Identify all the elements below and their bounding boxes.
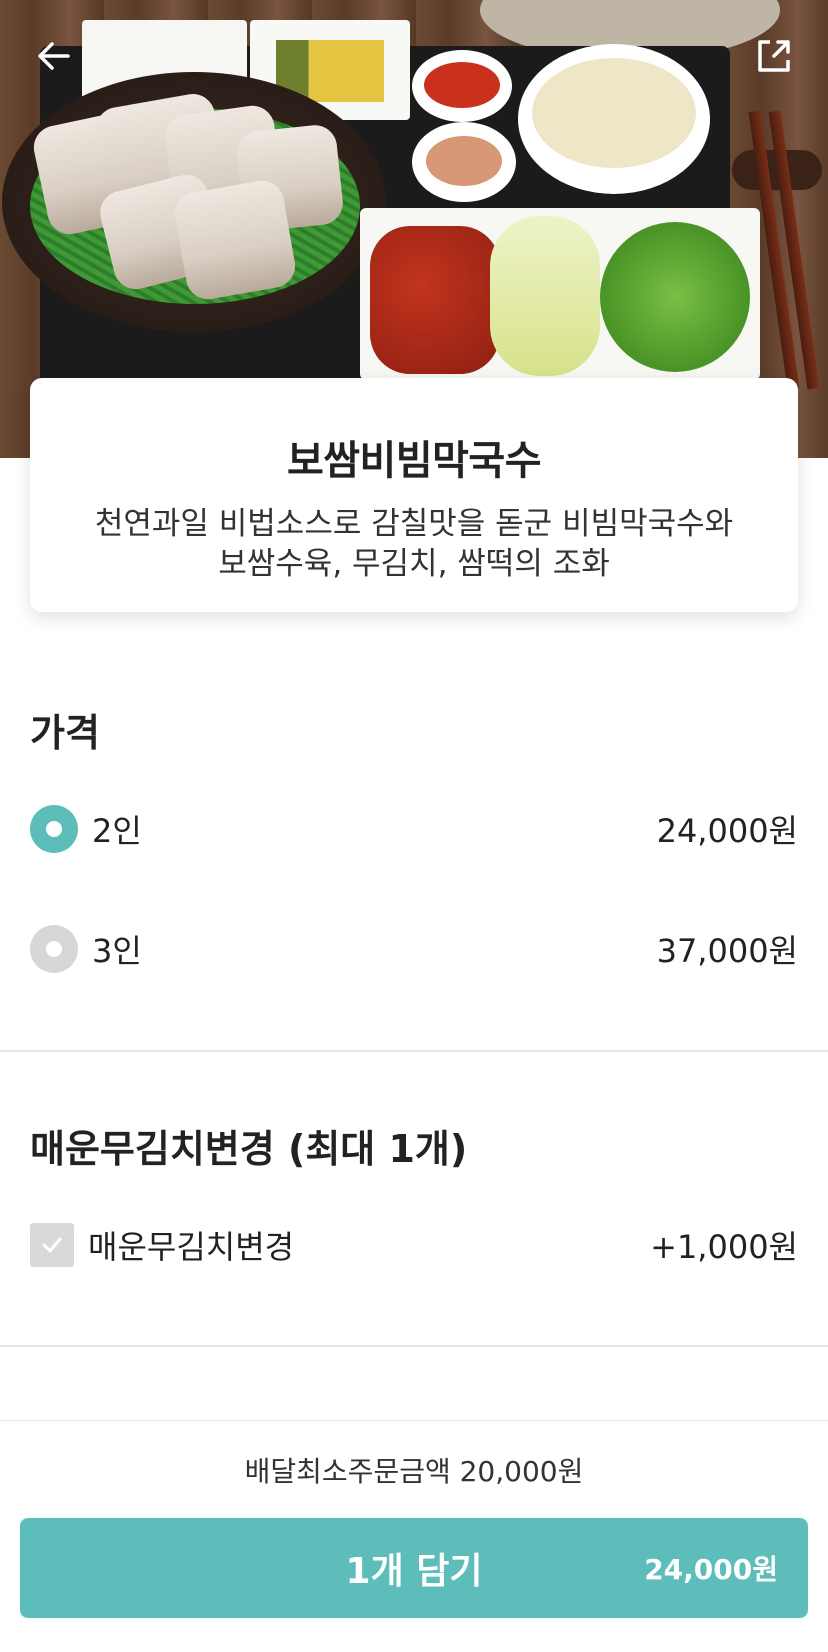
menu-name: 보쌈비빔막국수 (286, 438, 542, 484)
price-option-2[interactable]: 2인 24,000원 (30, 799, 798, 859)
cabbage-image (490, 216, 600, 376)
add-to-cart-button[interactable]: 1개 담기 24,000원 (20, 1518, 808, 1618)
section-divider (0, 1345, 828, 1347)
cart-button-total: 24,000원 (644, 1553, 778, 1586)
soup-bowl-image (518, 44, 710, 194)
pork-slice-image (171, 177, 299, 303)
min-order-text: 배달최소주문금액 20,000원 (244, 1455, 584, 1488)
share-external-icon (758, 40, 790, 72)
menu-description-line: 천연과일 비법소스로 감칠맛을 돋군 비빔막국수와 (94, 506, 734, 542)
addon-section-title: 매운무김치변경 (최대 1개) (30, 1127, 468, 1171)
back-button[interactable] (24, 26, 84, 86)
menu-description-line: 보쌈수육, 무김치, 쌈떡의 조화 (218, 546, 610, 582)
option-price: 24,000원 (656, 812, 798, 850)
option-price: 37,000원 (656, 932, 798, 970)
menu-info-card: 보쌈비빔막국수 천연과일 비법소스로 감칠맛을 돋군 비빔막국수와 보쌈수육, … (30, 378, 798, 612)
price-section-title: 가격 (30, 711, 100, 755)
share-button[interactable] (744, 26, 804, 86)
section-divider (0, 1050, 828, 1052)
option-label: 3인 (92, 932, 142, 970)
shrimp-sauce-image (412, 122, 516, 202)
footer-divider (0, 1420, 828, 1421)
addon-option[interactable]: 매운무김치변경 +1,000원 (30, 1215, 798, 1275)
checkbox[interactable] (30, 1223, 74, 1267)
salad-image (600, 222, 750, 372)
price-option-3[interactable]: 3인 37,000원 (30, 919, 798, 979)
red-sauce-image (412, 50, 512, 122)
option-label: 2인 (92, 812, 142, 850)
cart-button-label: 1개 담기 (345, 1551, 483, 1592)
menu-description: 천연과일 비법소스로 감칠맛을 돋군 비빔막국수와 보쌈수육, 무김치, 쌈떡의… (30, 504, 798, 584)
arrow-left-icon (38, 42, 70, 70)
option-price: +1,000원 (650, 1228, 798, 1266)
option-label: 매운무김치변경 (88, 1228, 295, 1266)
checkmark-icon (42, 1237, 62, 1253)
radio-selected[interactable] (30, 805, 78, 853)
radio-unselected[interactable] (30, 925, 78, 973)
radish-kimchi-image (370, 226, 500, 374)
